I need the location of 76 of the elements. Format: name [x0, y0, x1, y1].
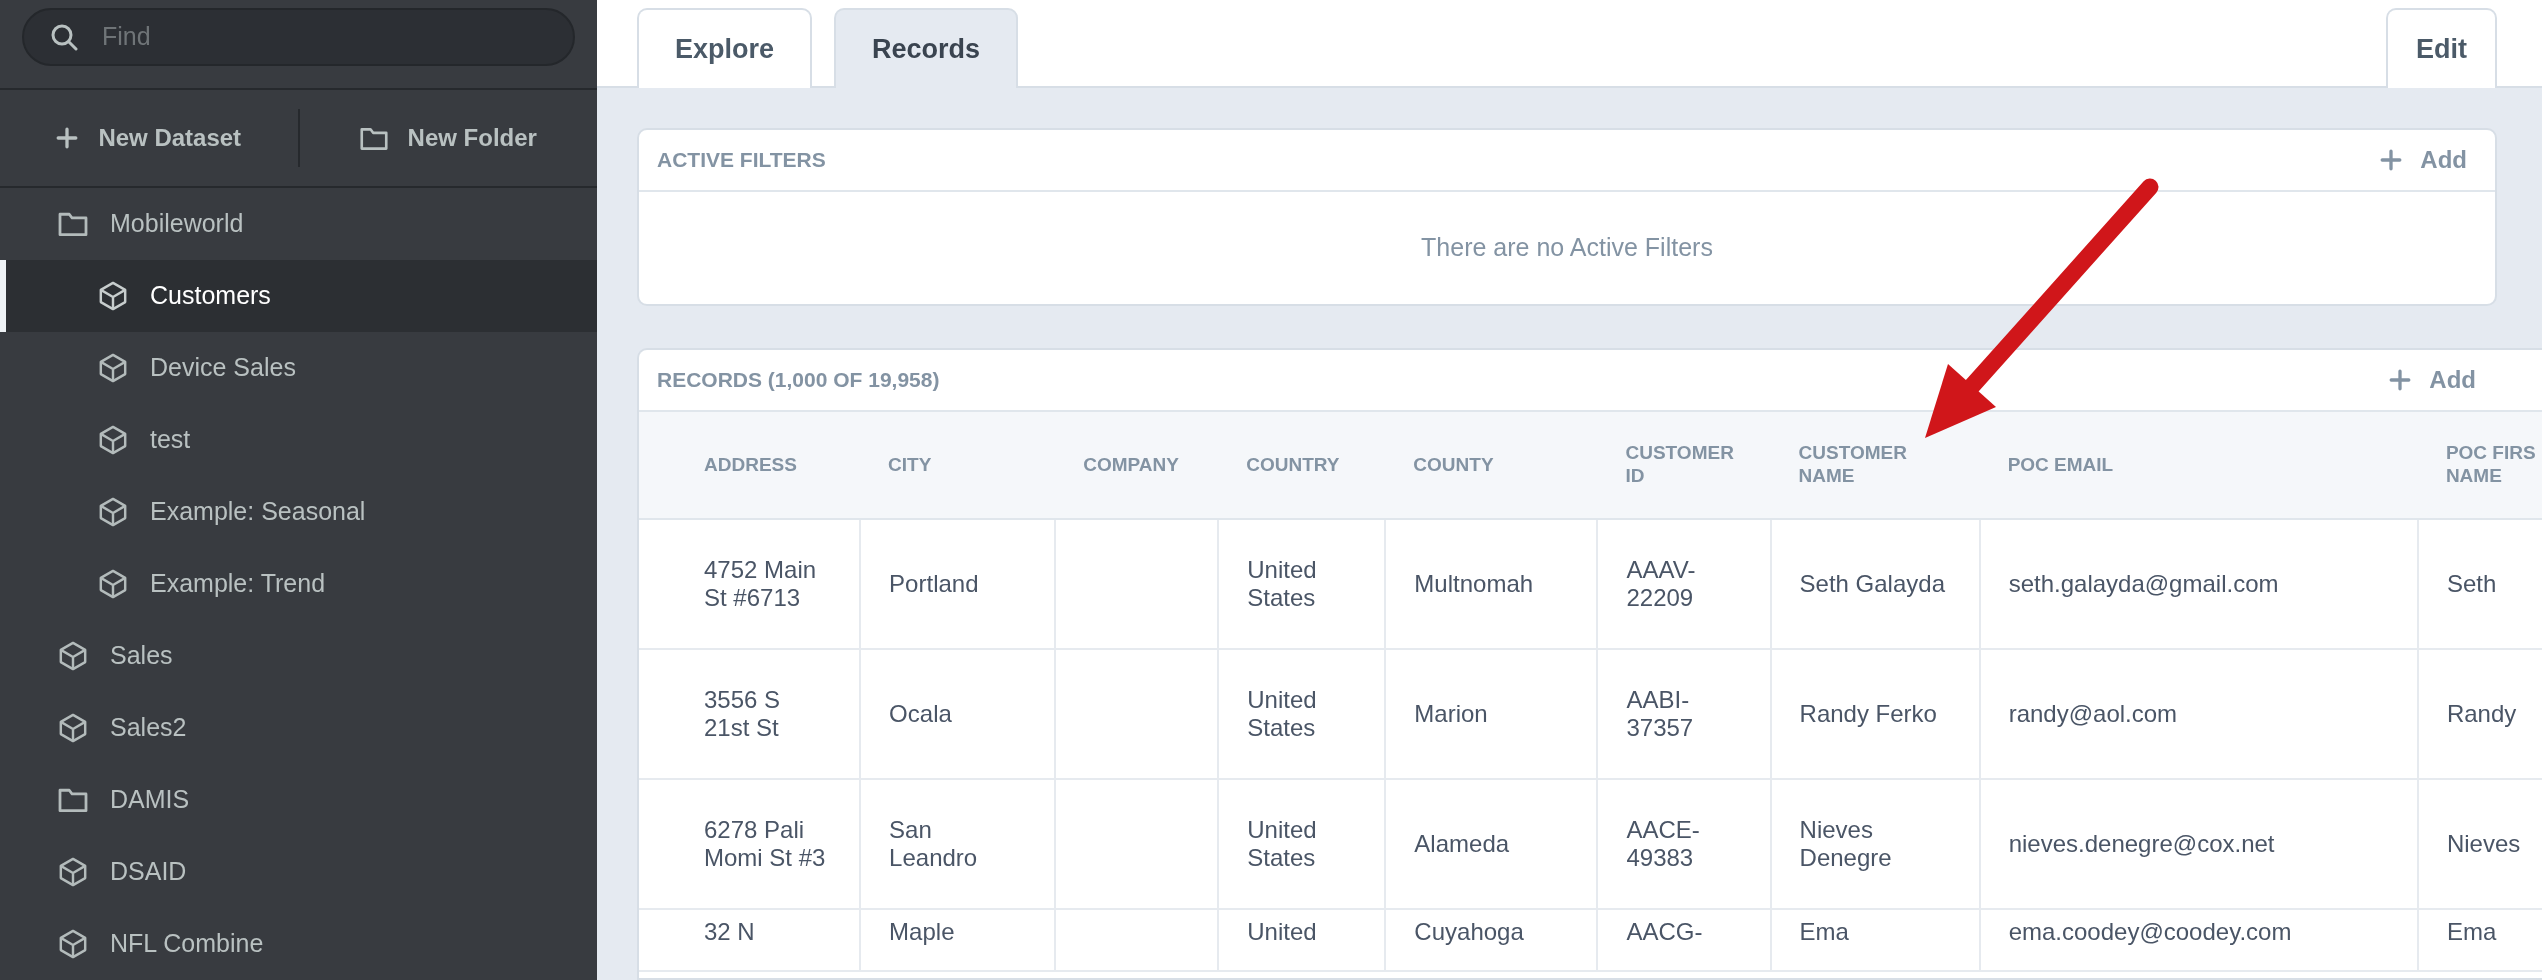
table-cell: AACE-49383: [1597, 779, 1771, 909]
column-header: CITY: [860, 412, 1056, 519]
table-cell: Ema: [1770, 909, 1980, 971]
table-cell: United States: [1218, 779, 1386, 909]
cube-icon: [58, 929, 88, 959]
table-cell: nieves.denegre@cox.net: [1979, 779, 2418, 909]
table-cell: Maple: [860, 909, 1056, 971]
cube-icon: [58, 641, 88, 671]
cube-icon: [98, 569, 128, 599]
dataset-item[interactable]: Example: Trend: [0, 548, 597, 620]
table-cell: 4752 Main St #6713: [639, 519, 861, 649]
table-cell: United States: [1218, 649, 1386, 779]
table-cell: 3556 S 21st St: [639, 649, 861, 779]
dataset-item[interactable]: test: [0, 404, 597, 476]
cube-icon: [98, 425, 128, 455]
cube-icon: [98, 281, 128, 311]
table-cell: Randy Ferko: [1770, 649, 1980, 779]
table-cell: Seth Galayda: [1770, 519, 1980, 649]
dataset-item[interactable]: Sales: [0, 620, 597, 692]
panel-title: ACTIVE FILTERS: [657, 147, 826, 174]
table-cell: San Leandro: [860, 779, 1056, 909]
table-cell: AAAV-22209: [1597, 519, 1771, 649]
dataset-item[interactable]: Example: Seasonal: [0, 476, 597, 548]
table-cell: Multnomah: [1385, 519, 1598, 649]
plus-icon: [2389, 369, 2412, 391]
table-cell: randy@aol.com: [1979, 649, 2418, 779]
column-header: COUNTRY: [1218, 412, 1386, 519]
column-header: ADDRESS: [639, 412, 861, 519]
dataset-item[interactable]: Device Sales: [0, 332, 597, 404]
table-cell: AABI-37357: [1597, 649, 1771, 779]
search-input[interactable]: Find: [100, 17, 573, 57]
add-button[interactable]: Add: [2389, 362, 2476, 398]
folder-icon: [359, 125, 388, 151]
table-cell: 6278 Pali Momi St #3: [639, 779, 861, 909]
tab[interactable]: Explore: [637, 8, 813, 88]
panel-title: RECORDS (1,000 OF 19,958): [657, 367, 940, 394]
column-header: CUSTOMER NAME: [1770, 412, 1980, 519]
edit-button[interactable]: Edit: [2386, 8, 2497, 88]
column-header: COMPANY: [1055, 412, 1219, 519]
table-cell: AACG-: [1597, 909, 1771, 971]
column-header: POC FIRS NAME: [2417, 412, 2542, 519]
column-header: CUSTOMER ID: [1597, 412, 1771, 519]
table-cell: United States: [1218, 519, 1386, 649]
search-icon: [50, 23, 78, 51]
plus-icon: [2380, 149, 2403, 171]
table-cell: ema.coodey@coodey.com: [1979, 909, 2418, 971]
folder-item[interactable]: Mobileworld: [0, 188, 597, 260]
column-header: COUNTY: [1385, 412, 1598, 519]
table-cell: Alameda: [1385, 779, 1598, 909]
table-cell: Cuyahoga: [1385, 909, 1598, 971]
cube-icon: [98, 353, 128, 383]
new-dataset-button[interactable]: New Dataset: [0, 119, 298, 157]
empty-message: There are no Active Filters: [1420, 232, 1714, 264]
table-cell: seth.galayda@gmail.com: [1979, 519, 2418, 649]
tab[interactable]: Records: [834, 8, 1019, 88]
table-cell: Marion: [1385, 649, 1598, 779]
folder-icon: [58, 787, 88, 813]
dataset-item[interactable]: DSAID: [0, 836, 597, 908]
table-cell: Nieves Denegre: [1770, 779, 1980, 909]
dataset-item[interactable]: Sales2: [0, 692, 597, 764]
column-header: POC EMAIL: [1979, 412, 2418, 519]
dataset-item[interactable]: Customers: [0, 260, 597, 332]
table-cell: 32 N: [639, 909, 861, 971]
cube-icon: [58, 857, 88, 887]
table-cell: Ocala: [860, 649, 1056, 779]
folder-item[interactable]: DAMIS: [0, 764, 597, 836]
table-cell: United: [1218, 909, 1386, 971]
add-button[interactable]: Add: [2380, 142, 2467, 178]
dataset-item[interactable]: NFL Combine: [0, 908, 597, 980]
plus-icon: [56, 127, 79, 149]
new-folder-button[interactable]: New Folder: [299, 119, 597, 157]
search-field[interactable]: Find: [22, 8, 575, 66]
table-cell: Portland: [860, 519, 1056, 649]
cube-icon: [58, 713, 88, 743]
folder-icon: [58, 211, 88, 237]
cube-icon: [98, 497, 128, 527]
